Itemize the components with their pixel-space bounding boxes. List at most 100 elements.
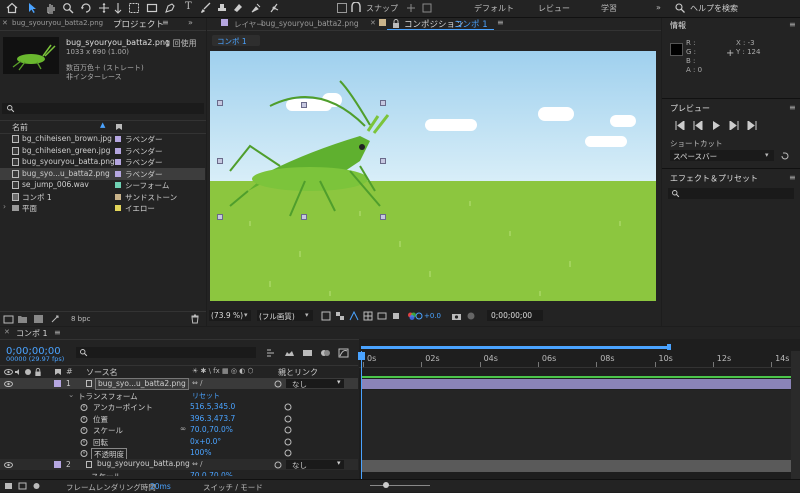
snap-option-icon[interactable] [421, 2, 433, 14]
playhead-line[interactable] [361, 351, 362, 479]
roto-brush-icon[interactable] [250, 2, 262, 14]
sort-arrow-icon[interactable]: ▲ [100, 121, 105, 129]
panel-menu-icon[interactable]: ≡ [789, 173, 796, 182]
timeline-scrollbar[interactable] [791, 351, 800, 479]
work-area-bar[interactable] [361, 346, 669, 349]
lock-icon[interactable] [392, 19, 400, 28]
region-of-interest-icon[interactable] [321, 311, 331, 321]
transform-handle[interactable] [217, 100, 223, 106]
zoom-tool-icon[interactable] [62, 2, 74, 14]
link-icon[interactable]: ∞ [180, 424, 186, 433]
pick-whip-icon[interactable] [274, 461, 282, 469]
label-column-icon[interactable] [115, 123, 123, 131]
playhead-handle[interactable] [358, 352, 365, 360]
layer-tab[interactable]: レイヤー [234, 19, 264, 30]
solo-icon[interactable] [24, 368, 32, 376]
project-item[interactable]: bg_chiheisen_brown.jpg ラベンダー [0, 133, 205, 145]
tab-close-icon[interactable]: ✕ [370, 19, 376, 27]
grasshopper-layer[interactable] [210, 51, 656, 301]
frame-blending-icon[interactable] [302, 348, 313, 358]
label-swatch[interactable] [115, 182, 121, 188]
puppet-pin-icon[interactable] [268, 2, 280, 14]
time-ruler[interactable]: 0s 02s 04s 06s 08s 10s 12s 14s [359, 351, 800, 368]
transform-handle[interactable] [301, 214, 307, 220]
eye-icon[interactable] [4, 368, 13, 376]
top-tab-filename[interactable]: bug_syouryou_batta2.png [12, 19, 103, 27]
layer-label-swatch[interactable] [54, 460, 61, 468]
stopwatch-icon[interactable] [80, 403, 88, 411]
layer-switches[interactable]: ⇔ / [192, 460, 202, 468]
tab-close-icon[interactable]: ✕ [2, 19, 8, 27]
zoom-dropdown[interactable]: (73.9 %) ▾ [209, 310, 251, 321]
transform-handle[interactable] [217, 158, 223, 164]
project-search-input[interactable] [2, 103, 204, 114]
property-value[interactable]: 100% [190, 448, 211, 457]
graph-editor-icon[interactable] [338, 348, 349, 358]
work-area-end[interactable] [667, 344, 671, 350]
timeline-search-input[interactable] [76, 347, 256, 358]
shortcut-dropdown[interactable]: スペースバー ▾ [670, 150, 774, 161]
comp-canvas[interactable] [210, 51, 656, 301]
hand-tool-icon[interactable] [44, 2, 56, 14]
panel-menu-icon[interactable]: ≡ [162, 18, 169, 27]
quality-dropdown[interactable]: (フル画質) ▾ [257, 310, 313, 321]
panel-menu-icon[interactable]: ≡ [789, 20, 796, 29]
project-settings-icon[interactable] [50, 314, 61, 324]
parent-link-header[interactable]: 親とリンク [278, 367, 318, 378]
stopwatch-icon[interactable] [80, 449, 88, 457]
audio-icon[interactable] [14, 368, 23, 376]
toggle-switches-icon[interactable] [4, 482, 13, 490]
layer-bar-1[interactable] [361, 379, 791, 389]
zoom-slider-thumb[interactable] [383, 482, 389, 488]
bit-depth-button[interactable]: 8 bpc [71, 315, 90, 323]
transform-reset-link[interactable]: リセット [192, 391, 220, 401]
rotate-tool-icon[interactable] [80, 2, 92, 14]
panel-menu-icon[interactable]: ≡ [54, 328, 61, 337]
property-value[interactable]: 0x+0.0° [190, 437, 221, 446]
show-snapshot-icon[interactable] [466, 311, 476, 321]
comp-breadcrumb[interactable]: コンポ 1 [212, 35, 260, 46]
label-swatch[interactable] [115, 159, 121, 165]
info-panel-title[interactable]: 情報 [670, 20, 686, 31]
exposure-value[interactable]: +0.0 [424, 312, 441, 320]
layer-row[interactable]: 1 bug_syo...u_batta2.png ⇔ / なし ▾ [0, 378, 358, 390]
new-composition-icon[interactable] [33, 314, 44, 324]
brush-tool-icon[interactable] [200, 2, 212, 14]
rectangle-tool-icon[interactable] [146, 2, 158, 14]
last-frame-icon[interactable] [747, 121, 757, 130]
label-swatch[interactable] [115, 205, 121, 211]
eraser-tool-icon[interactable] [232, 2, 244, 14]
reset-icon[interactable] [780, 151, 790, 161]
pan-behind-icon[interactable] [128, 2, 140, 14]
transform-handle[interactable] [380, 214, 386, 220]
layer-name[interactable]: bug_syo...u_batta2.png [95, 378, 189, 390]
workspace-default[interactable]: デフォルト [474, 3, 514, 14]
tab-close-icon[interactable]: ✕ [4, 328, 10, 336]
project-item[interactable]: bg_chiheisen_green.jpg ラベンダー [0, 145, 205, 157]
panel-menu-icon[interactable]: ≡ [497, 18, 504, 27]
interpret-footage-icon[interactable] [3, 314, 14, 324]
source-name-header[interactable]: ソース名 [86, 367, 118, 378]
expression-pick-whip-icon[interactable] [284, 415, 292, 423]
stopwatch-icon[interactable] [80, 415, 88, 423]
toggle-in-out-icon[interactable] [32, 482, 41, 490]
expression-pick-whip-icon[interactable] [284, 449, 292, 457]
toggle-modes-icon[interactable] [18, 482, 27, 490]
motion-blur-icon[interactable] [320, 348, 331, 358]
label-swatch[interactable] [115, 193, 121, 200]
expression-pick-whip-icon[interactable] [284, 438, 292, 446]
expression-pick-whip-icon[interactable] [284, 426, 292, 434]
comp-flowchart-icon[interactable] [266, 348, 277, 358]
shy-layers-icon[interactable] [284, 348, 295, 358]
column-name-header[interactable]: 名前 [12, 122, 28, 133]
stamp-tool-icon[interactable] [216, 2, 228, 14]
layer-row[interactable]: 2 bug_syouryou_batta.png ⇔ / なし ▾ [0, 458, 358, 470]
timeline-tab[interactable]: コンポ 1 [16, 328, 48, 339]
chevron-right-icon[interactable]: › [3, 202, 6, 211]
viewer-timecode[interactable]: 0;00;00;00 [487, 310, 543, 321]
grid-guides-icon[interactable] [363, 311, 373, 321]
transform-handle[interactable] [380, 100, 386, 106]
effects-panel-title[interactable]: エフェクト＆プリセット [670, 173, 758, 184]
view-layout-icon[interactable] [377, 311, 387, 321]
trash-icon[interactable] [190, 314, 200, 324]
